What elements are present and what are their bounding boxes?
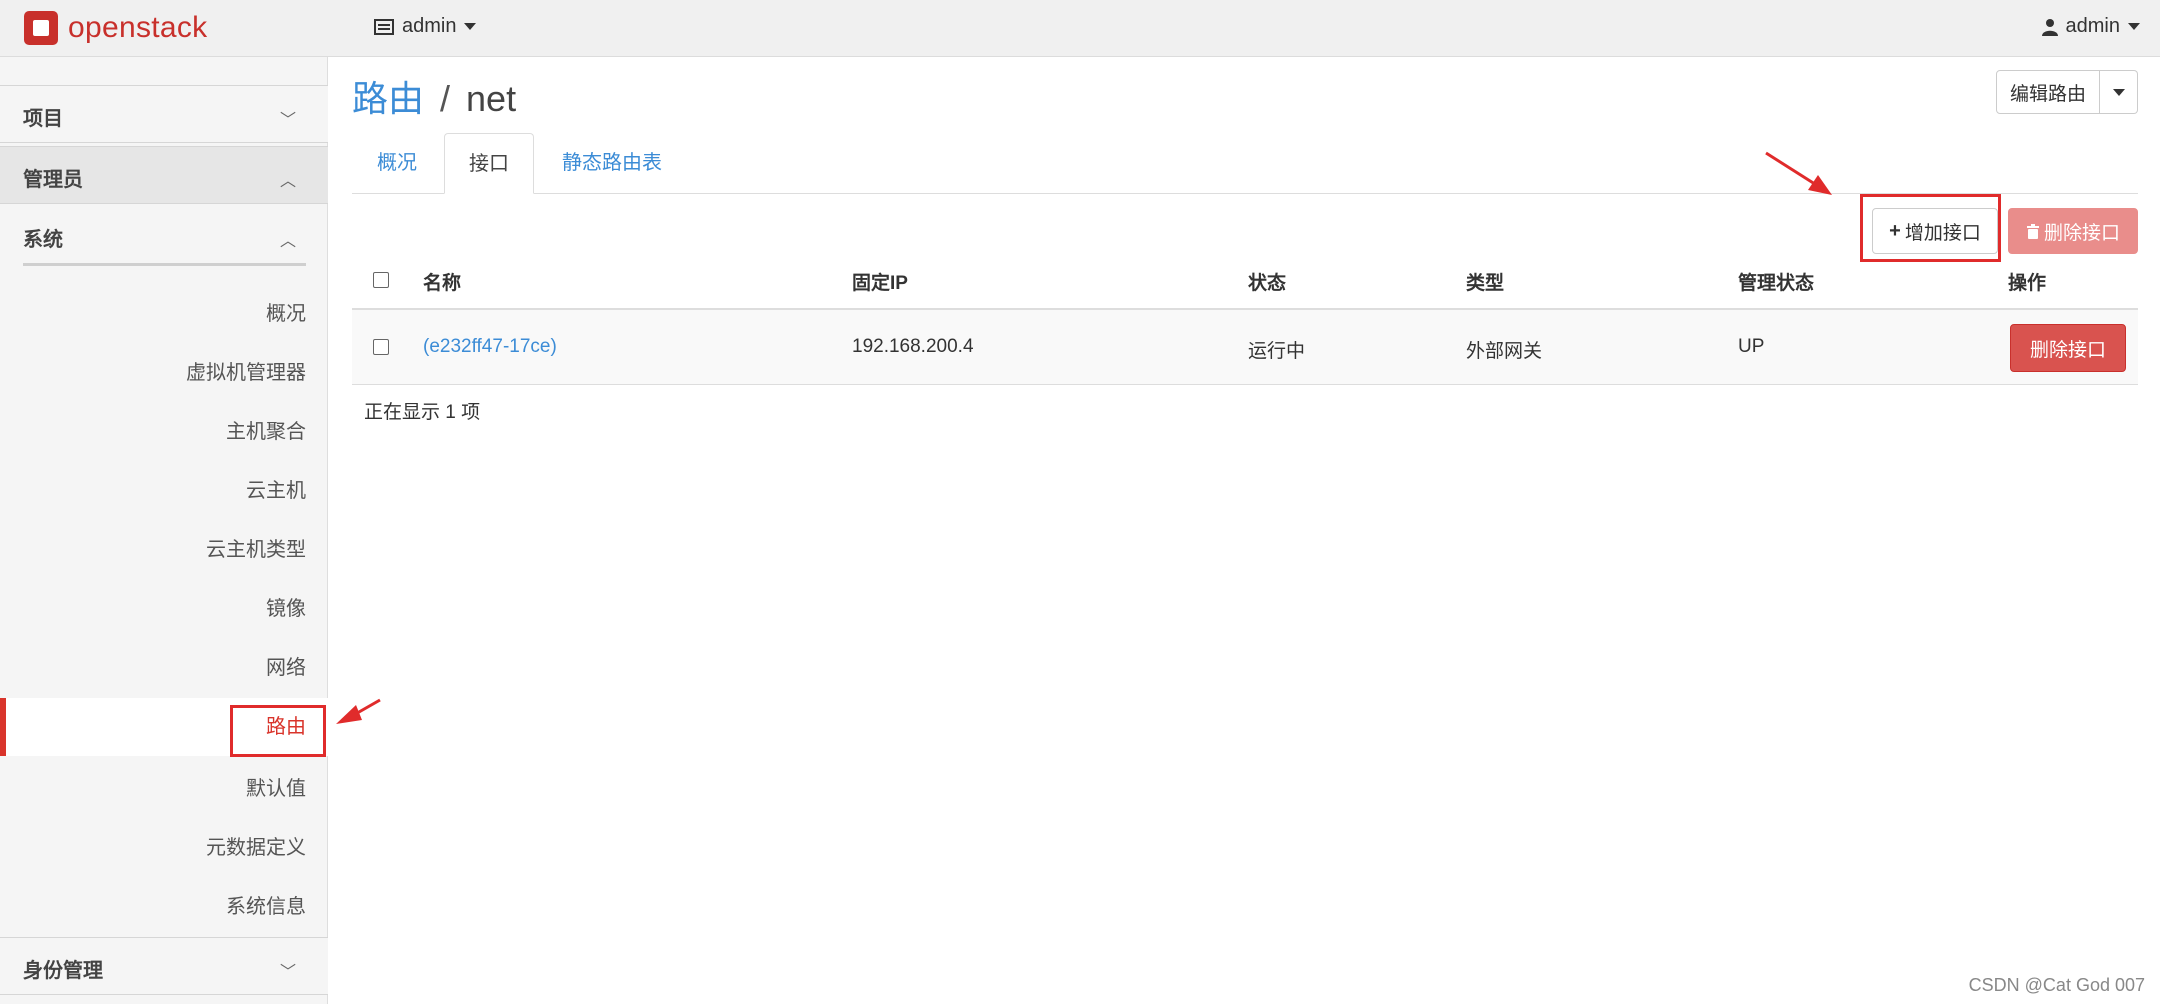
arrow-to-routers-icon (336, 698, 381, 724)
arrow-to-add-interface-icon (1765, 151, 1832, 195)
annotation-arrows (336, 151, 1832, 724)
watermark: CSDN @Cat God 007 (1968, 975, 2145, 995)
